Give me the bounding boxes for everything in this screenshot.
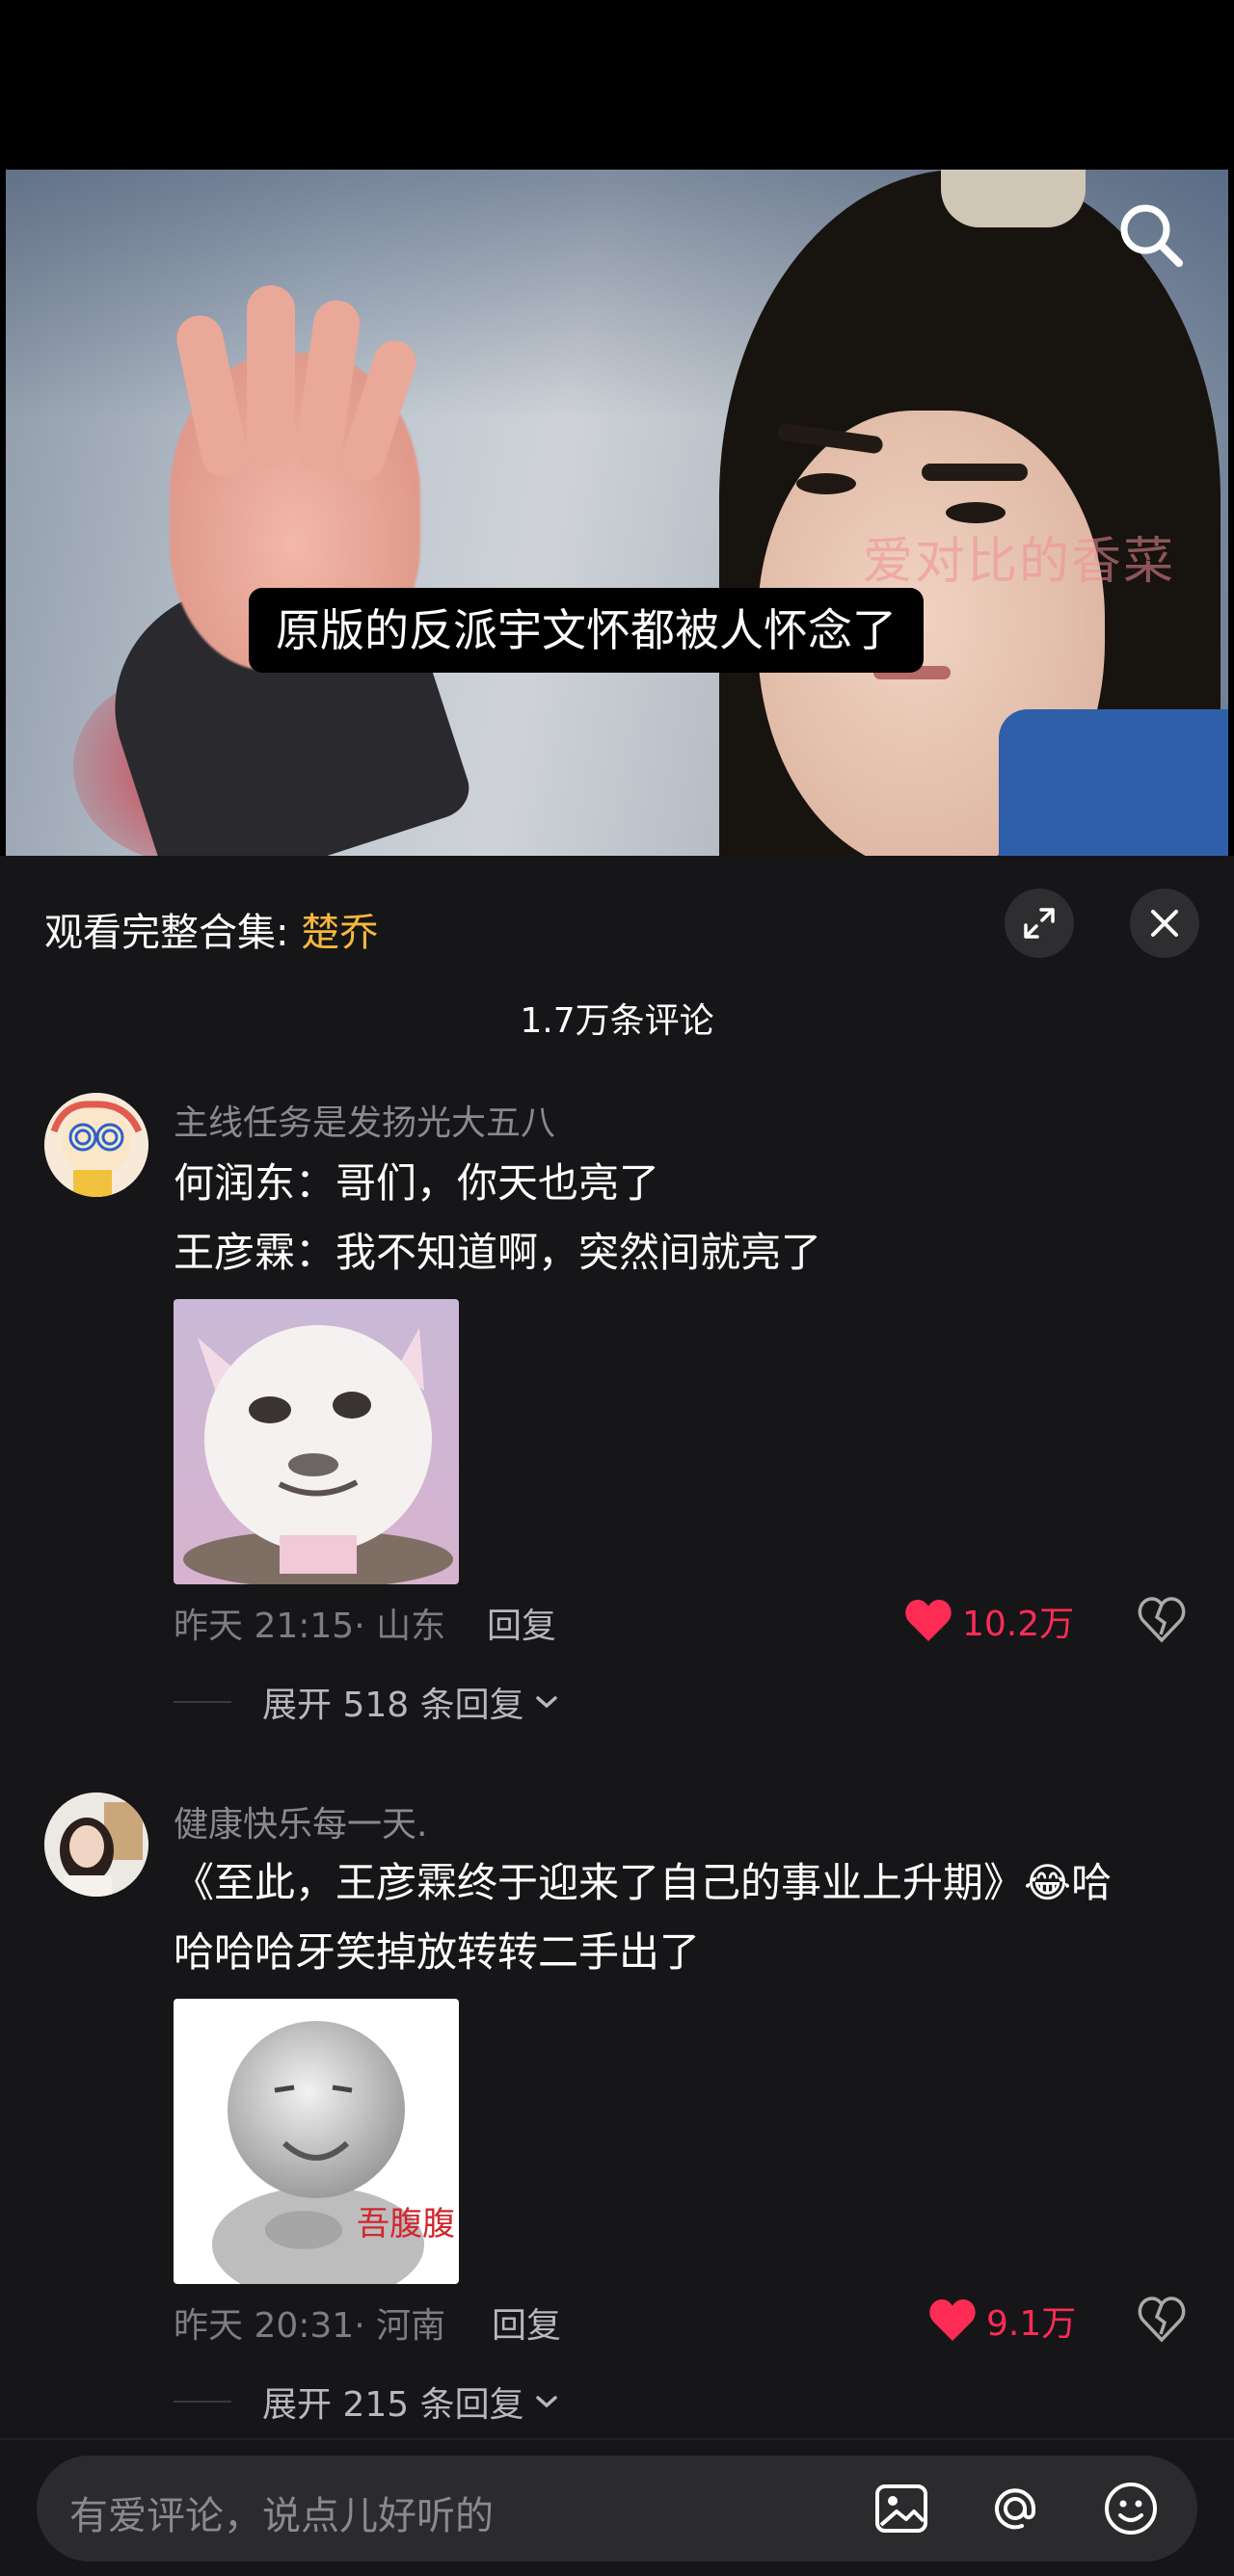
collection-label: 观看完整合集: bbox=[44, 911, 302, 955]
comment-text-line: 哈哈哈牙笑掉放转转二手出了 bbox=[174, 1928, 701, 1976]
collection-link[interactable]: 观看完整合集: 楚乔 bbox=[44, 901, 378, 957]
video-subtitle: 原版的反派宇文怀都被人怀念了 bbox=[249, 588, 924, 673]
like-count: 9.1万 bbox=[986, 2304, 1077, 2344]
chevron-down-icon bbox=[535, 1696, 557, 1709]
close-icon[interactable] bbox=[1130, 889, 1199, 958]
expand-replies-label: 展开 518 条回复 bbox=[262, 1686, 524, 1725]
heart-icon bbox=[929, 2299, 976, 2341]
emoji-icon[interactable] bbox=[1099, 2477, 1163, 2540]
comment-text-line: 王彦霖：我不知道啊，突然间就亮了 bbox=[174, 1229, 822, 1276]
expand-replies[interactable]: 展开 518 条回复 bbox=[174, 1677, 561, 1727]
video-finger bbox=[247, 285, 295, 468]
comment-location: · 河南 bbox=[354, 2306, 446, 2346]
comment-meta: 昨天 20:31· 河南 bbox=[174, 2297, 445, 2348]
like-count: 10.2万 bbox=[962, 1605, 1075, 1644]
video-brow bbox=[922, 464, 1028, 481]
comment-username[interactable]: 健康快乐每一天. bbox=[174, 1796, 427, 1846]
chevron-down-icon bbox=[535, 2396, 557, 2408]
top-bar bbox=[0, 0, 1234, 170]
comment-location: · 山东 bbox=[354, 1607, 446, 1646]
comment-input-placeholder[interactable]: 有爱评论，说点儿好听的 bbox=[69, 2484, 494, 2540]
collection-name[interactable]: 楚乔 bbox=[301, 911, 378, 955]
comment-sticker-image[interactable]: 吾腹腹 bbox=[174, 1999, 459, 2284]
reply-button[interactable]: 回复 bbox=[492, 2297, 561, 2348]
divider bbox=[174, 2401, 231, 2403]
comment-sticker-image[interactable] bbox=[174, 1299, 459, 1584]
video-player[interactable] bbox=[6, 170, 1228, 856]
comment-text-line: 何润东：哥们，你天也亮了 bbox=[174, 1159, 660, 1207]
expand-icon[interactable] bbox=[1005, 889, 1074, 958]
comment-text-line: 《至此，王彦霖终于迎来了自己的事业上升期》😂哈 bbox=[174, 1859, 1113, 1906]
dislike-icon[interactable] bbox=[1138, 2296, 1186, 2344]
image-icon[interactable] bbox=[870, 2477, 933, 2540]
video-collar bbox=[999, 709, 1228, 856]
video-crown bbox=[941, 170, 1086, 227]
like-button[interactable]: 10.2万 bbox=[904, 1596, 1074, 1646]
comment-username[interactable]: 主线任务是发扬光大五八 bbox=[174, 1095, 555, 1145]
search-icon[interactable] bbox=[1113, 198, 1191, 275]
avatar[interactable] bbox=[44, 1093, 148, 1197]
comment-meta: 昨天 21:15· 山东 bbox=[174, 1598, 445, 1648]
heart-icon bbox=[905, 1600, 952, 1641]
video-eye bbox=[796, 473, 856, 494]
comment-time: 昨天 21:15 bbox=[174, 1607, 355, 1646]
comments-count: 1.7万条评论 bbox=[520, 1001, 714, 1041]
sticker-text: 吾腹腹 bbox=[357, 2205, 455, 2244]
dislike-icon[interactable] bbox=[1138, 1596, 1186, 1644]
expand-replies-label: 展开 215 条回复 bbox=[262, 2385, 524, 2425]
comment-time: 昨天 20:31 bbox=[174, 2306, 355, 2346]
expand-replies[interactable]: 展开 215 条回复 bbox=[174, 2377, 561, 2427]
divider bbox=[174, 1701, 231, 1703]
at-icon[interactable] bbox=[983, 2477, 1047, 2540]
avatar[interactable] bbox=[44, 1793, 148, 1897]
reply-button[interactable]: 回复 bbox=[487, 1598, 556, 1648]
video-watermark: 爱对比的香菜 bbox=[863, 533, 1176, 591]
like-button[interactable]: 9.1万 bbox=[928, 2296, 1076, 2346]
